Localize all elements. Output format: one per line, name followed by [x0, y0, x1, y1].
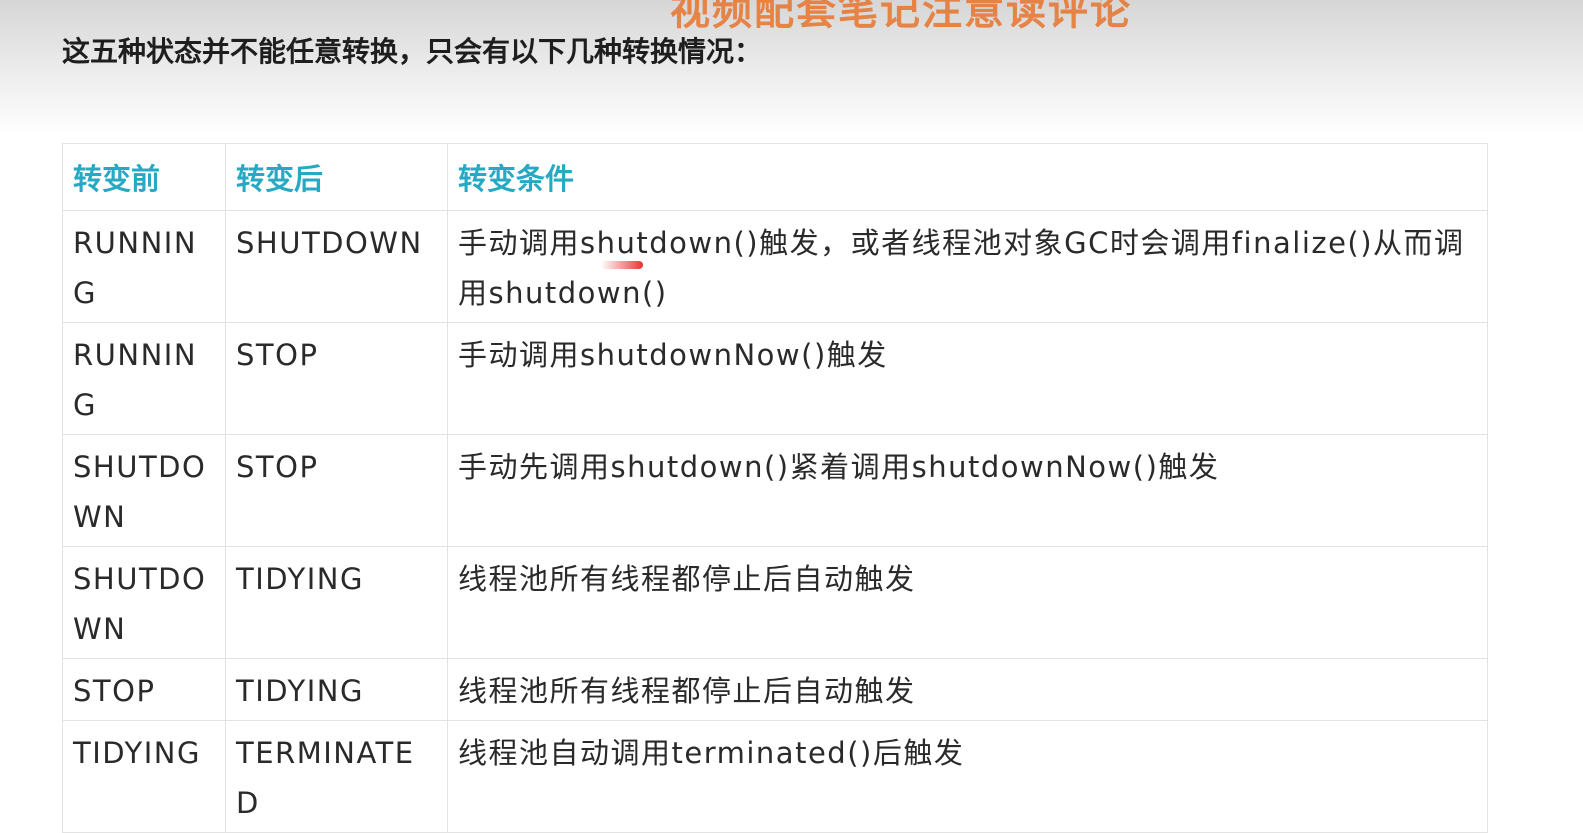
- laser-pointer-mark: [601, 261, 643, 269]
- cell-before-state: STOP: [62, 658, 226, 721]
- cell-after-state: STOP: [225, 322, 448, 435]
- cell-after-state: TERMINATED: [225, 720, 448, 833]
- cell-condition: 线程池自动调用terminated()后触发: [447, 720, 1488, 833]
- cell-condition: 线程池所有线程都停止后自动触发: [447, 658, 1488, 721]
- cell-after-state: TIDYING: [225, 546, 448, 659]
- table-row: RUNNING SHUTDOWN 手动调用shutdown()触发，或者线程池对…: [62, 210, 1488, 323]
- cell-before-state: RUNNING: [62, 210, 226, 323]
- table-row: SHUTDOWN TIDYING 线程池所有线程都停止后自动触发: [62, 546, 1488, 659]
- state-transition-table-container: 转变前 转变后 转变条件 RUNNING SHUTDOWN 手动调用shutdo…: [62, 143, 1488, 833]
- cell-before-state: TIDYING: [62, 720, 226, 833]
- cell-after-state: SHUTDOWN: [225, 210, 448, 323]
- table-row: TIDYING TERMINATED 线程池自动调用terminated()后触…: [62, 720, 1488, 833]
- table-header-row: 转变前 转变后 转变条件: [62, 143, 1488, 211]
- cell-condition: 手动先调用shutdown()紧着调用shutdownNow()触发: [447, 434, 1488, 547]
- table-row: RUNNING STOP 手动调用shutdownNow()触发: [62, 322, 1488, 435]
- cell-before-state: SHUTDOWN: [62, 434, 226, 547]
- cell-after-state: STOP: [225, 434, 448, 547]
- header-condition: 转变条件: [447, 143, 1488, 211]
- cell-before-state: SHUTDOWN: [62, 546, 226, 659]
- cell-before-state: RUNNING: [62, 322, 226, 435]
- cell-condition: 手动调用shutdownNow()触发: [447, 322, 1488, 435]
- table-row: SHUTDOWN STOP 手动先调用shutdown()紧着调用shutdow…: [62, 434, 1488, 547]
- header-before-state: 转变前: [62, 143, 226, 211]
- cell-after-state: TIDYING: [225, 658, 448, 721]
- state-transition-table: 转变前 转变后 转变条件 RUNNING SHUTDOWN 手动调用shutdo…: [62, 143, 1488, 833]
- table-row: STOP TIDYING 线程池所有线程都停止后自动触发: [62, 658, 1488, 721]
- header-after-state: 转变后: [225, 143, 448, 211]
- cell-condition: 线程池所有线程都停止后自动触发: [447, 546, 1488, 659]
- intro-heading: 这五种状态并不能任意转换，只会有以下几种转换情况：: [62, 35, 763, 68]
